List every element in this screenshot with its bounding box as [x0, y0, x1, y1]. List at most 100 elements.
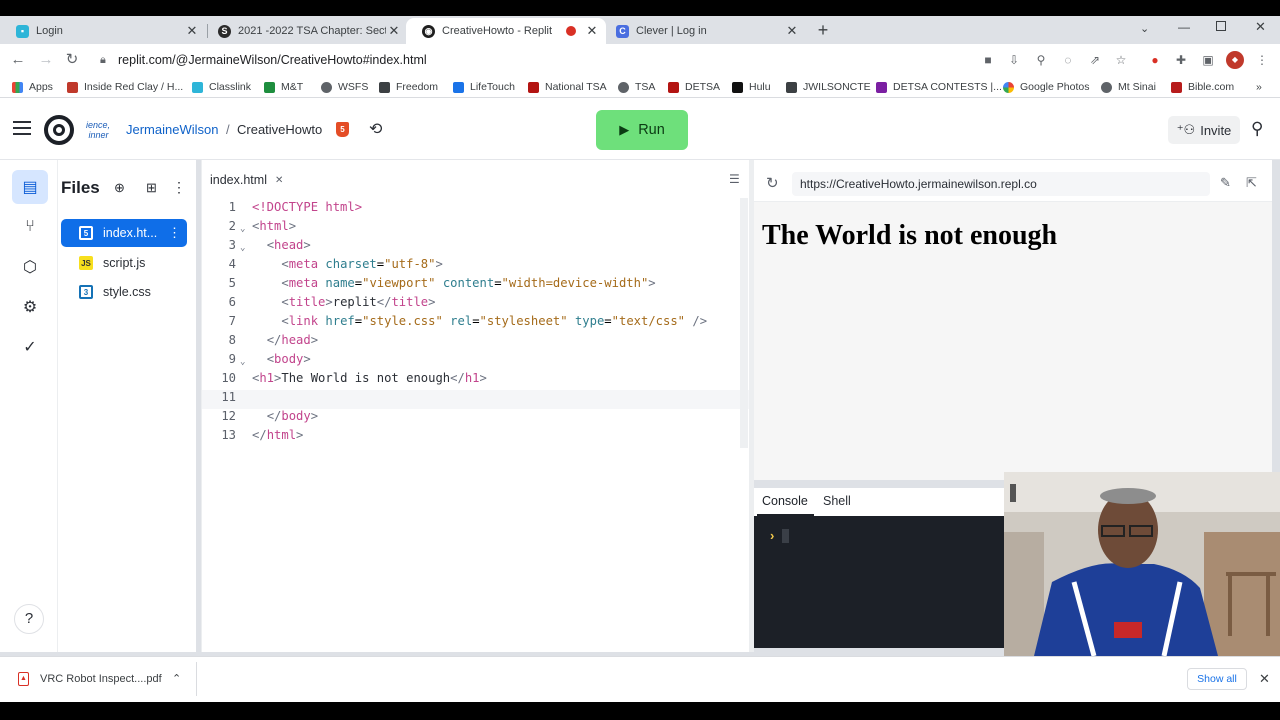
webview-url-field[interactable]: https://CreativeHowto.jermainewilson.rep…: [792, 172, 1210, 196]
puzzle-icon[interactable]: ✚: [1173, 52, 1189, 68]
reload-icon[interactable]: ↻: [62, 50, 82, 70]
download-item[interactable]: VRC Robot Inspect....pdf: [40, 673, 162, 685]
new-file-icon[interactable]: ⊕: [114, 180, 125, 196]
camera-icon[interactable]: ■: [980, 52, 996, 68]
more-bookmarks-icon[interactable]: »: [1256, 80, 1262, 94]
bookmark-hulu[interactable]: Hulu: [732, 80, 771, 94]
bookmark-tsa[interactable]: TSA: [618, 80, 655, 94]
bookmark-detsa-contests[interactable]: DETSA CONTESTS |...: [876, 80, 1002, 94]
bookmark-bible[interactable]: Bible.com: [1171, 80, 1234, 94]
code-line: 3 <head>: [228, 238, 311, 252]
close-tab-icon[interactable]: ✕: [584, 23, 600, 39]
bookmark-national-tsa[interactable]: National TSA: [528, 80, 607, 94]
console-output[interactable]: ›: [754, 516, 1006, 648]
forward-icon[interactable]: →: [36, 50, 56, 70]
replit-icon: ◉: [422, 24, 435, 38]
install-icon[interactable]: ⇩: [1006, 52, 1022, 68]
fold-chevron-icon[interactable]: ⌄: [240, 357, 245, 367]
download-options-icon[interactable]: ⌃: [172, 672, 181, 685]
screen-bottom-edge: [0, 702, 1280, 720]
bookmark-star-icon[interactable]: ☆: [1113, 52, 1129, 68]
editor-scrollbar[interactable]: [740, 198, 748, 448]
replit-logo-icon[interactable]: [44, 115, 74, 145]
webview-reload-icon[interactable]: ↻: [766, 174, 779, 192]
search-icon[interactable]: ⚲: [1251, 119, 1263, 139]
fold-chevron-icon[interactable]: ⌄: [240, 243, 245, 253]
close-downloads-icon[interactable]: ✕: [1259, 671, 1270, 687]
share-icon[interactable]: ⇗: [1087, 52, 1103, 68]
history-icon[interactable]: ⟲: [369, 119, 382, 139]
file-script-js[interactable]: JS script.js: [61, 249, 187, 277]
code-line: 13 </html>: [221, 428, 304, 442]
bookmark-mt-sinai[interactable]: Mt Sinai: [1101, 80, 1156, 94]
extension-icon[interactable]: ●: [1147, 52, 1163, 68]
run-button[interactable]: ▶ Run: [596, 110, 688, 150]
hamburger-menu-icon[interactable]: [13, 121, 31, 135]
repl-name[interactable]: CreativeHowto: [237, 122, 322, 137]
restore-icon[interactable]: [1216, 21, 1226, 31]
packages-icon[interactable]: ⬡: [12, 250, 48, 284]
bookmark-mt[interactable]: M&T: [264, 80, 303, 94]
code-line: 6 <title>replit</title>: [228, 295, 436, 309]
settings-gear-icon[interactable]: ⚙: [12, 290, 48, 324]
hide-icon[interactable]: ◌: [1060, 52, 1076, 68]
user-link[interactable]: JermaineWilson: [126, 122, 218, 137]
contests-icon: [876, 81, 887, 93]
tab-clever[interactable]: C Clever | Log in ✕: [600, 18, 806, 44]
tab-shell[interactable]: Shell: [823, 494, 851, 508]
profile-avatar[interactable]: ◆: [1226, 51, 1244, 69]
file-index-html[interactable]: 5 index.ht... ⋮: [61, 219, 187, 247]
code-line: 7 <link href="style.css" rel="stylesheet…: [228, 314, 708, 328]
editor-tab-index-html[interactable]: index.html ✕: [202, 168, 283, 192]
photos-icon: [1003, 81, 1014, 93]
bookmark-jwilsoncte[interactable]: JWILSONCTE: [786, 80, 871, 94]
bookmark-lifetouch[interactable]: LifeTouch: [453, 80, 515, 94]
checkmark-icon[interactable]: ✓: [12, 330, 48, 364]
file-menu-icon[interactable]: ⋮: [168, 225, 181, 241]
show-all-button[interactable]: Show all: [1187, 668, 1247, 690]
help-icon[interactable]: ?: [14, 604, 44, 634]
apps-grid-icon: [12, 81, 23, 93]
add-person-icon: ⁺⚇: [1176, 122, 1196, 137]
close-editor-tab-icon[interactable]: ✕: [275, 175, 283, 186]
tab-console[interactable]: Console: [762, 494, 808, 508]
files-tool-icon[interactable]: ▤: [12, 170, 48, 204]
bookmark-freedom[interactable]: Freedom: [379, 80, 438, 94]
new-folder-icon[interactable]: ⊞: [146, 180, 157, 196]
house-icon: [67, 81, 78, 93]
zoom-icon[interactable]: ⚲: [1033, 52, 1049, 68]
menu-kebab-icon[interactable]: ⋮: [1254, 52, 1270, 68]
file-style-css[interactable]: 3 style.css: [61, 278, 187, 306]
close-tab-icon[interactable]: ✕: [184, 23, 200, 39]
css-file-icon: 3: [79, 285, 93, 299]
back-icon[interactable]: ←: [8, 50, 28, 70]
files-menu-icon[interactable]: ⋮: [172, 179, 186, 196]
close-window-icon[interactable]: ✕: [1255, 19, 1266, 35]
sidebar-icon[interactable]: ▣: [1200, 52, 1216, 68]
new-tab-icon[interactable]: +: [814, 20, 832, 40]
code-line: 1 <!DOCTYPE html>: [228, 200, 363, 214]
fold-chevron-icon[interactable]: ⌄: [240, 224, 245, 234]
tab-search-icon[interactable]: ⌄: [1140, 22, 1149, 35]
clever-icon: C: [616, 24, 629, 38]
open-new-tab-icon[interactable]: ⇱: [1246, 175, 1257, 191]
bookmark-google-photos[interactable]: Google Photos: [1003, 80, 1089, 94]
close-tab-icon[interactable]: ✕: [784, 23, 800, 39]
bookmark-apps[interactable]: Apps: [12, 80, 53, 94]
close-tab-icon[interactable]: ✕: [386, 23, 402, 39]
tab-login[interactable]: ▪ Login ✕: [0, 18, 206, 44]
sharepoint-icon: S: [218, 24, 231, 38]
code-line: 10 <h1>The World is not enough</h1>: [221, 371, 487, 385]
invite-button[interactable]: ⁺⚇ Invite: [1168, 116, 1240, 144]
bookmark-classlink[interactable]: Classlink: [192, 80, 251, 94]
edit-pencil-icon[interactable]: ✎: [1220, 175, 1231, 191]
tab-tsa-chapter[interactable]: S 2021 -2022 TSA Chapter: Section ✕: [202, 18, 408, 44]
code-line: 9 <body>: [228, 352, 311, 366]
version-control-icon[interactable]: ⑂: [12, 210, 48, 244]
tab-creativehowto-replit[interactable]: ◉ CreativeHowto - Replit ✕: [406, 18, 606, 44]
bookmark-wsfs[interactable]: WSFS: [321, 80, 368, 94]
bookmark-red-clay[interactable]: Inside Red Clay / H...: [67, 80, 183, 94]
bookmark-detsa[interactable]: DETSA: [668, 80, 720, 94]
editor-options-icon[interactable]: ☰: [729, 172, 740, 186]
minimize-icon[interactable]: —: [1178, 20, 1190, 34]
